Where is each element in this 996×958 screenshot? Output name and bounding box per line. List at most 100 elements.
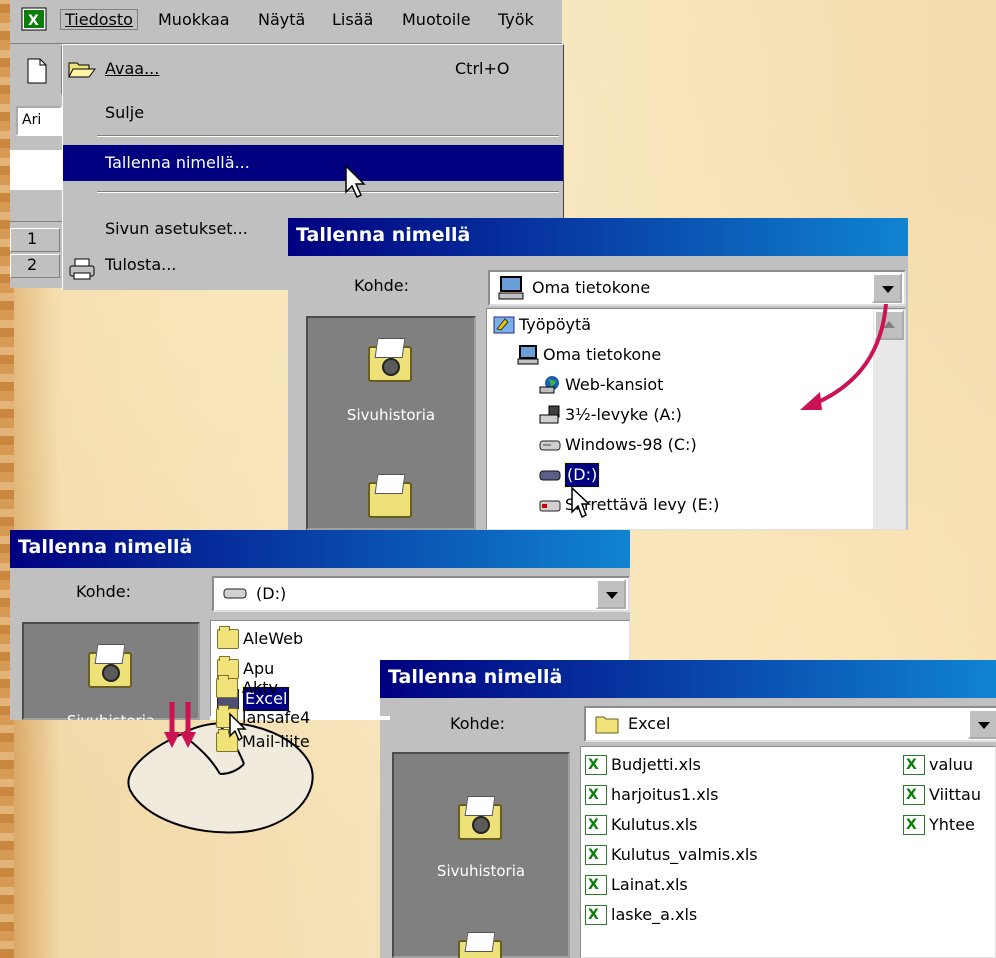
floppy-icon (539, 405, 560, 424)
location-label: Kohde: (354, 276, 409, 295)
location-combo[interactable]: (D:) (212, 576, 630, 612)
drive-icon (223, 588, 247, 599)
location-value: (D:) (256, 584, 287, 603)
open-folder-icon (68, 62, 96, 78)
double-click-arrows-icon (164, 702, 196, 748)
excel-file-icon (585, 903, 607, 927)
location-combo[interactable]: Excel (584, 706, 996, 742)
menu-muotoile[interactable]: Muotoile (402, 10, 471, 29)
folder-item-label: Mail-liite (242, 732, 310, 751)
tree-item-label: 3½-levyke (A:) (565, 405, 682, 424)
font-name-box[interactable]: Ari (16, 106, 62, 136)
places-bar: Sivuhistoria (306, 316, 476, 530)
column-header-corner[interactable] (10, 192, 62, 222)
menu-tiedosto-label: Tiedosto (65, 10, 133, 29)
tree-item-label: Oma tietokone (543, 345, 662, 364)
computer-icon (498, 276, 524, 300)
file-item-label: Yhtee (929, 815, 975, 834)
excel-icon: X (21, 7, 47, 31)
menu-muokkaa[interactable]: Muokkaa (158, 10, 230, 29)
curved-arrow-icon (800, 303, 888, 410)
dialog-2-title: Tallenna nimellä (10, 530, 630, 568)
location-label-text: Kohde: (76, 582, 132, 601)
folder-icon (595, 716, 619, 734)
file-list: Budjetti.xls harjoitus1.xls Kulutus.xls … (580, 746, 996, 958)
history-folder-icon[interactable] (454, 796, 506, 842)
dropdown-arrow-button[interactable] (596, 579, 626, 609)
save-as-dialog-3: Tallenna nimellä Kohde: Excel Sivuhistor… (380, 660, 996, 958)
dialog-3-title: Tallenna nimellä (380, 660, 996, 698)
folder-icon (216, 675, 238, 698)
location-value: Oma tietokone (532, 278, 651, 297)
dropdown-arrow-button[interactable] (872, 273, 902, 303)
web-folders-icon (539, 376, 559, 394)
formula-area (10, 150, 62, 190)
excel-file-icon (585, 783, 607, 807)
excel-file-icon (585, 843, 607, 867)
file-item-label: Kulutus_valmis.xls (611, 845, 758, 864)
file-item-label: harjoitus1.xls (611, 785, 719, 804)
desktop-icon (493, 316, 515, 334)
menu-item-sulje[interactable]: Sulje (63, 99, 563, 129)
menu-nayta[interactable]: Näytä (258, 10, 305, 29)
row-header-2[interactable]: 2 (10, 254, 60, 278)
menu-item-avaa-shortcut: Ctrl+O (455, 59, 510, 78)
excel-file-icon (585, 753, 607, 777)
dialog-1-title: Tallenna nimellä (288, 218, 908, 256)
tree-item-label: Web-kansiot (565, 375, 664, 394)
history-folder-icon[interactable] (364, 338, 416, 384)
location-label-text: Kohde: (354, 276, 410, 295)
folder-icon (217, 626, 239, 649)
menu-item-tallenna-nimella[interactable]: Tallenna nimellä... (63, 145, 563, 181)
tree-item-label: Työpöytä (519, 315, 592, 334)
row-header-1[interactable]: 1 (10, 228, 60, 252)
file-item-label: valuu (929, 755, 973, 774)
folder-item-label: lansafe4 (242, 708, 311, 727)
file-item-label: laske_a.xls (611, 905, 698, 924)
menu-item-sulje-label: Sulje (105, 103, 145, 122)
places-history-label[interactable]: Sivuhistoria (308, 406, 474, 424)
location-value: Excel (628, 714, 671, 733)
excel-file-icon (585, 873, 607, 897)
menu-item-sivun-asetukset-label: Sivun asetukset... (105, 219, 248, 238)
printer-icon (69, 258, 95, 280)
standard-toolbar (10, 46, 62, 94)
menu-tiedosto[interactable]: Tiedosto (60, 9, 138, 30)
new-document-icon[interactable] (26, 58, 48, 84)
excel-file-icon (903, 783, 925, 807)
computer-icon (517, 345, 539, 365)
location-label: Kohde: (450, 714, 505, 733)
menu-lisaa[interactable]: Lisää (332, 10, 373, 29)
drive-icon (539, 440, 561, 451)
tree-item-label: (D:) (563, 462, 601, 488)
formatting-toolbar: Ari (10, 100, 62, 144)
menu-item-avaa-label: Avaa... (105, 59, 160, 78)
excel-file-icon (585, 813, 607, 837)
drive-icon (539, 470, 561, 481)
file-item-label: Lainat.xls (611, 875, 688, 894)
menu-tyokalut[interactable]: Työk (498, 10, 534, 29)
removable-drive-icon (539, 500, 561, 512)
mouse-pointer-icon (571, 486, 591, 519)
folder-item-label: AleWeb (243, 629, 304, 648)
folder-item-label: Aktv (242, 678, 278, 697)
places-bar: Sivuhistoria (392, 752, 570, 958)
folder-icon[interactable] (364, 474, 416, 520)
menu-bar: X Tiedosto Muokkaa Näytä Lisää Muotoile … (10, 0, 562, 44)
excel-file-icon (903, 813, 925, 837)
places-history-label[interactable]: Sivuhistoria (394, 862, 568, 880)
location-label: Kohde: (76, 582, 131, 601)
file-item-label: Budjetti.xls (611, 755, 701, 774)
file-item-label: Kulutus.xls (611, 815, 698, 834)
file-item-label: Viittau (929, 785, 981, 804)
menu-item-tallenna-nimella-label: Tallenna nimellä... (105, 153, 250, 172)
mouse-pointer-icon (229, 712, 247, 742)
mouse-pointer-icon (345, 164, 366, 199)
location-label-text: Kohde: (450, 714, 506, 733)
history-folder-icon[interactable] (84, 644, 136, 690)
dropdown-arrow-button[interactable] (968, 709, 996, 739)
excel-file-icon (903, 753, 925, 777)
menu-separator (97, 191, 559, 193)
folder-icon[interactable] (454, 932, 506, 958)
menu-item-avaa[interactable]: Avaa... Ctrl+O (63, 55, 563, 85)
